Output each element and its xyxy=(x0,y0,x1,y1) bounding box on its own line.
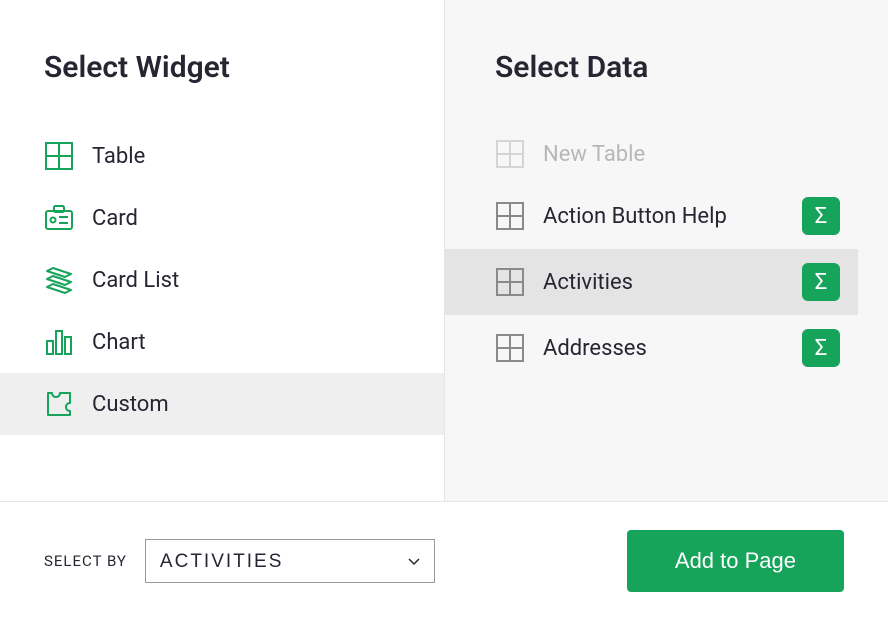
add-to-page-button[interactable]: Add to Page xyxy=(627,530,844,592)
footer: SELECT BY ACTIVITIES Add to Page xyxy=(0,501,888,620)
widget-item-cardlist[interactable]: Card List xyxy=(0,249,444,311)
data-panel: Select Data New Table xyxy=(444,0,888,501)
select-by-label: SELECT BY xyxy=(44,552,127,570)
data-list: New Table Action Button Help Σ xyxy=(445,125,888,381)
data-item-label: Action Button Help xyxy=(543,204,784,229)
data-item-new-table[interactable]: New Table xyxy=(445,125,858,183)
table-icon xyxy=(44,141,74,171)
widget-item-card[interactable]: Card xyxy=(0,187,444,249)
widget-list: Table Card xyxy=(0,125,444,435)
sigma-icon[interactable]: Σ xyxy=(802,329,840,367)
widget-panel: Select Widget Table xyxy=(0,0,444,501)
select-by-wrap: ACTIVITIES xyxy=(145,539,435,583)
table-icon xyxy=(495,267,525,297)
data-item-label: Activities xyxy=(543,270,784,295)
widget-item-table[interactable]: Table xyxy=(0,125,444,187)
table-icon xyxy=(495,139,525,169)
sigma-icon[interactable]: Σ xyxy=(802,263,840,301)
data-item-label: Addresses xyxy=(543,336,784,361)
card-icon xyxy=(44,203,74,233)
widget-item-chart[interactable]: Chart xyxy=(0,311,444,373)
widget-item-label: Table xyxy=(92,144,145,169)
data-item-addresses[interactable]: Addresses Σ xyxy=(445,315,858,381)
widget-item-label: Custom xyxy=(92,392,169,417)
widget-panel-title: Select Widget xyxy=(0,0,444,125)
table-icon xyxy=(495,333,525,363)
chart-icon xyxy=(44,327,74,357)
widget-item-label: Card xyxy=(92,206,138,231)
widget-item-custom[interactable]: Custom xyxy=(0,373,444,435)
data-item-label: New Table xyxy=(543,142,840,167)
data-item-activities[interactable]: Activities Σ xyxy=(445,249,858,315)
table-icon xyxy=(495,201,525,231)
data-item-action-button-help[interactable]: Action Button Help Σ xyxy=(445,183,858,249)
widget-item-label: Chart xyxy=(92,330,146,355)
custom-icon xyxy=(44,389,74,419)
data-panel-title: Select Data xyxy=(445,0,888,125)
cardlist-icon xyxy=(44,265,74,295)
select-by-dropdown[interactable]: ACTIVITIES xyxy=(145,539,435,583)
widget-item-label: Card List xyxy=(92,268,179,293)
sigma-icon[interactable]: Σ xyxy=(802,197,840,235)
